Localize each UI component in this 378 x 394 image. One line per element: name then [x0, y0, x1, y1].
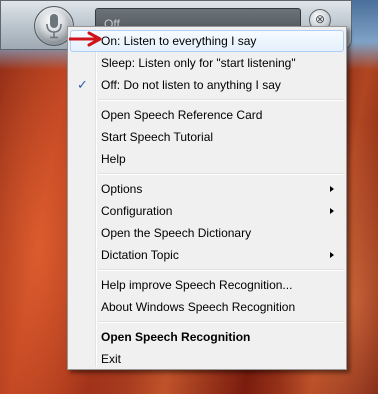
red-arrow-annotation — [69, 31, 102, 47]
menu-item-label: Start Speech Tutorial — [101, 130, 214, 144]
menu-item-help-improve[interactable]: Help improve Speech Recognition... — [70, 274, 344, 296]
menu-item-sleep[interactable]: Sleep: Listen only for "start listening" — [70, 52, 344, 74]
menu-item-label: Help — [101, 152, 126, 166]
menu-item-label: Open Speech Recognition — [101, 330, 251, 344]
submenu-arrow-icon — [330, 208, 334, 214]
menu-separator — [98, 173, 344, 175]
microphone-icon — [46, 14, 62, 39]
menu-separator — [98, 321, 344, 323]
menu-item-configuration[interactable]: Configuration — [70, 200, 344, 222]
menu-item-label: Open the Speech Dictionary — [101, 226, 252, 240]
menu-item-on[interactable]: On: Listen to everything I say — [70, 30, 344, 52]
menu-item-label: Sleep: Listen only for "start listening" — [101, 56, 296, 70]
menu-separator — [98, 269, 344, 271]
speech-context-menu: On: Listen to everything I say Sleep: Li… — [67, 26, 347, 370]
menu-item-speech-dictionary[interactable]: Open the Speech Dictionary — [70, 222, 344, 244]
checkmark-icon: ✓ — [77, 77, 88, 92]
menu-item-label: About Windows Speech Recognition — [101, 300, 296, 314]
menu-item-exit[interactable]: Exit — [70, 348, 344, 370]
menu-item-options[interactable]: Options — [70, 178, 344, 200]
menu-item-open-speech-recognition[interactable]: Open Speech Recognition — [70, 326, 344, 348]
menu-item-label: Off: Do not listen to anything I say — [101, 78, 281, 92]
submenu-arrow-icon — [330, 186, 334, 192]
menu-item-speech-tutorial[interactable]: Start Speech Tutorial — [70, 126, 344, 148]
menu-item-help[interactable]: Help — [70, 148, 344, 170]
submenu-arrow-icon — [330, 252, 334, 258]
menu-item-label: Dictation Topic — [101, 248, 179, 262]
menu-item-reference-card[interactable]: Open Speech Reference Card — [70, 104, 344, 126]
menu-item-label: Open Speech Reference Card — [101, 108, 263, 122]
menu-separator — [98, 99, 344, 101]
menu-item-off[interactable]: ✓ Off: Do not listen to anything I say — [70, 74, 344, 96]
menu-item-label: Configuration — [101, 204, 173, 218]
menu-item-label: Exit — [101, 352, 122, 366]
menu-item-label: On: Listen to everything I say — [101, 34, 257, 48]
menu-item-label: Help improve Speech Recognition... — [101, 278, 293, 292]
menu-item-about[interactable]: About Windows Speech Recognition — [70, 296, 344, 318]
menu-item-label: Options — [101, 182, 143, 196]
menu-item-dictation-topic[interactable]: Dictation Topic — [70, 244, 344, 266]
